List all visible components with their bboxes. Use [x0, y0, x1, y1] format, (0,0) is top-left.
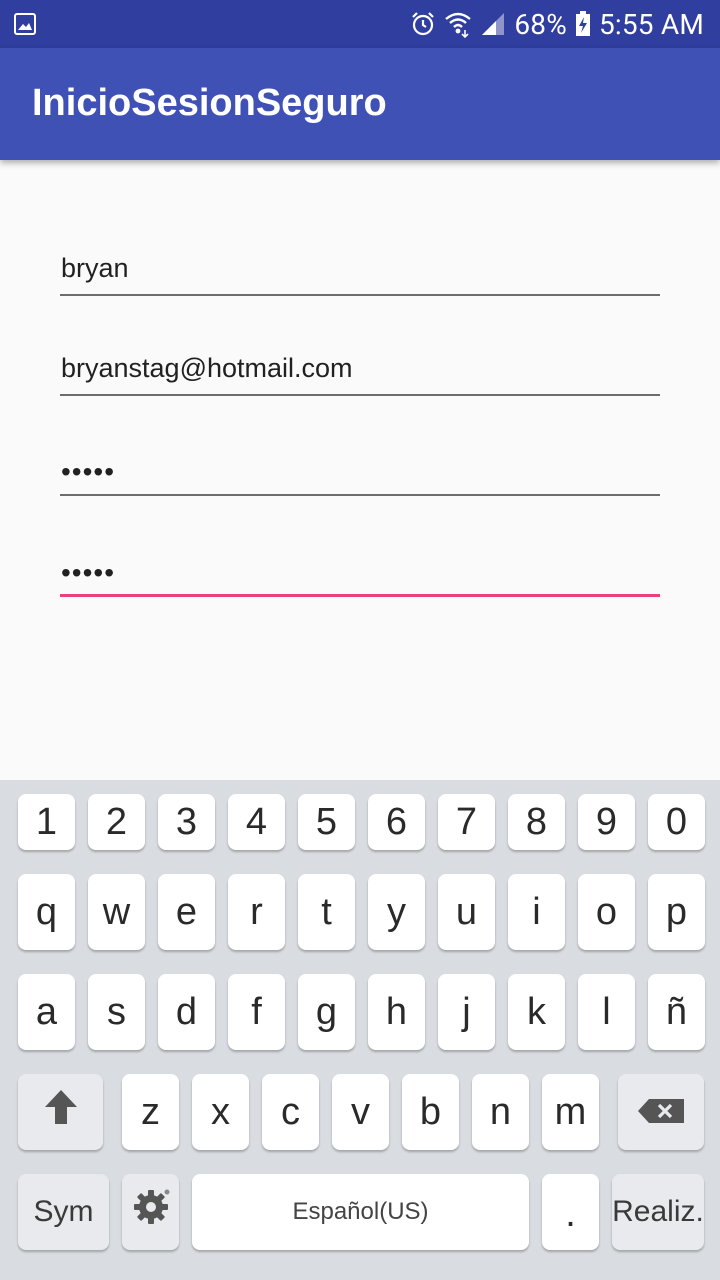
- signal-icon: [480, 11, 506, 37]
- key-s[interactable]: s: [88, 974, 145, 1050]
- key-r[interactable]: r: [228, 874, 285, 950]
- key-o[interactable]: o: [578, 874, 635, 950]
- field-underline: [60, 294, 660, 296]
- shift-key[interactable]: [18, 1074, 103, 1150]
- settings-key[interactable]: [122, 1174, 179, 1250]
- key-6[interactable]: 6: [368, 794, 425, 850]
- email-field[interactable]: bryanstag@hotmail.com: [60, 336, 660, 396]
- key-1[interactable]: 1: [18, 794, 75, 850]
- key-z[interactable]: z: [122, 1074, 179, 1150]
- status-bar: 68% 5:55 AM: [0, 0, 720, 48]
- key-j[interactable]: j: [438, 974, 495, 1050]
- confirm-password-value: •••••: [61, 557, 116, 588]
- key-5[interactable]: 5: [298, 794, 355, 850]
- key-3[interactable]: 3: [158, 794, 215, 850]
- key-4[interactable]: 4: [228, 794, 285, 850]
- key-8[interactable]: 8: [508, 794, 565, 850]
- field-underline-focused: [60, 594, 660, 597]
- shift-arrow-icon: [44, 1089, 78, 1135]
- key-2[interactable]: 2: [88, 794, 145, 850]
- sym-key[interactable]: Sym: [18, 1174, 109, 1250]
- field-underline: [60, 394, 660, 396]
- key-w[interactable]: w: [88, 874, 145, 950]
- key-h[interactable]: h: [368, 974, 425, 1050]
- battery-charging-icon: [575, 11, 591, 37]
- email-value: bryanstag@hotmail.com: [61, 353, 353, 383]
- key-0[interactable]: 0: [648, 794, 705, 850]
- soft-keyboard: 1 2 3 4 5 6 7 8 9 0 q w e r t y u i o p …: [0, 780, 720, 1280]
- gallery-icon: [14, 13, 36, 35]
- password-field[interactable]: •••••: [60, 436, 660, 496]
- key-q[interactable]: q: [18, 874, 75, 950]
- backspace-icon: [637, 1091, 685, 1134]
- key-y[interactable]: y: [368, 874, 425, 950]
- key-9[interactable]: 9: [578, 794, 635, 850]
- key-n-tilde[interactable]: ñ: [648, 974, 705, 1050]
- key-e[interactable]: e: [158, 874, 215, 950]
- app-title: InicioSesionSeguro: [32, 82, 387, 124]
- key-7[interactable]: 7: [438, 794, 495, 850]
- gear-icon: [131, 1187, 171, 1237]
- key-i[interactable]: i: [508, 874, 565, 950]
- key-g[interactable]: g: [298, 974, 355, 1050]
- alarm-icon: [410, 11, 436, 37]
- clock: 5:55 AM: [598, 7, 704, 41]
- period-key[interactable]: .: [542, 1174, 599, 1250]
- key-f[interactable]: f: [228, 974, 285, 1050]
- key-d[interactable]: d: [158, 974, 215, 1050]
- key-n[interactable]: n: [472, 1074, 529, 1150]
- battery-percent: 68%: [514, 7, 567, 41]
- key-v[interactable]: v: [332, 1074, 389, 1150]
- key-c[interactable]: c: [262, 1074, 319, 1150]
- key-k[interactable]: k: [508, 974, 565, 1050]
- confirm-password-field[interactable]: •••••: [60, 537, 660, 597]
- key-a[interactable]: a: [18, 974, 75, 1050]
- done-key[interactable]: Realiz.: [612, 1174, 704, 1250]
- key-m[interactable]: m: [542, 1074, 599, 1150]
- backspace-key[interactable]: [618, 1074, 704, 1150]
- key-b[interactable]: b: [402, 1074, 459, 1150]
- key-t[interactable]: t: [298, 874, 355, 950]
- space-key[interactable]: Español(US): [192, 1174, 529, 1250]
- field-underline: [60, 494, 660, 496]
- key-l[interactable]: l: [578, 974, 635, 1050]
- app-bar: InicioSesionSeguro: [0, 48, 720, 160]
- username-field[interactable]: bryan: [60, 236, 660, 296]
- key-p[interactable]: p: [648, 874, 705, 950]
- key-u[interactable]: u: [438, 874, 495, 950]
- password-value: •••••: [61, 456, 116, 487]
- wifi-icon: [444, 10, 472, 38]
- username-value: bryan: [61, 253, 129, 283]
- key-x[interactable]: x: [192, 1074, 249, 1150]
